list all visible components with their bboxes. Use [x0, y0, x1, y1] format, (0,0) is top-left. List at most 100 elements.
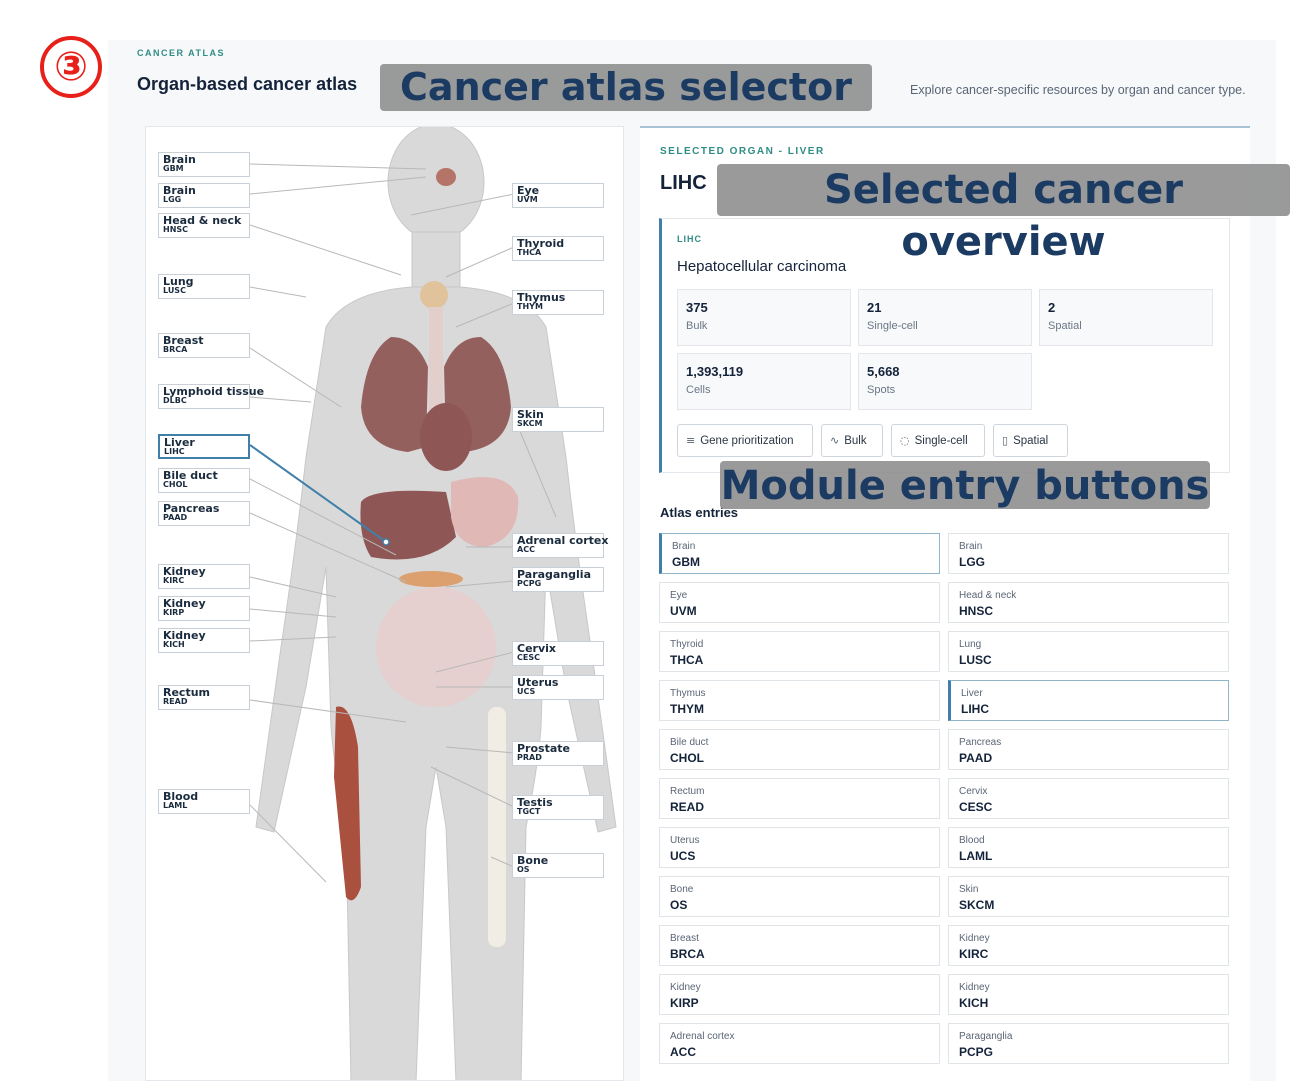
organ-label-lymphoid[interactable]: Lymphoid tissue DLBC [158, 384, 264, 409]
liver-marker-dot [382, 538, 390, 546]
organ-label-bone[interactable]: Bone OS [512, 853, 604, 878]
gene-prioritization-button[interactable]: ≡ Gene prioritization [677, 424, 813, 457]
organ-label-testis[interactable]: Testis TGCT [512, 795, 604, 820]
organ-label-cervix[interactable]: Cervix CESC [512, 641, 604, 666]
organ-label-code: KICH [163, 640, 185, 649]
organ-label-breast[interactable]: Breast BRCA [158, 333, 250, 358]
organ-label-kidney-kirp[interactable]: Kidney KIRP [158, 596, 250, 621]
entry-organ: Thyroid [670, 639, 704, 650]
organ-label-code: CHOL [163, 480, 188, 489]
stat-bulk: 375 Bulk [677, 289, 851, 346]
step-number-marker: ③ [40, 36, 102, 98]
organ-label-prostate[interactable]: Prostate PRAD [512, 741, 604, 766]
atlas-entry-lusc[interactable]: Lung LUSC [948, 631, 1229, 672]
entry-organ: Brain [672, 541, 696, 552]
organ-label-skin[interactable]: Skin SKCM [512, 407, 604, 432]
atlas-entry-thca[interactable]: Thyroid THCA [659, 631, 940, 672]
organ-label-rectum[interactable]: Rectum READ [158, 685, 250, 710]
intestine-organ [376, 587, 496, 707]
organ-label-brain-gbm[interactable]: Brain GBM [158, 152, 250, 177]
organ-label-thyroid[interactable]: Thyroid THCA [512, 236, 604, 261]
organ-label-code: SKCM [517, 419, 543, 428]
organ-label-kidney-kirc[interactable]: Kidney KIRC [158, 564, 250, 589]
cancer-full-name: Hepatocellular carcinoma [677, 258, 847, 275]
organ-label-paraganglia[interactable]: Paraganglia PCPG [512, 567, 604, 592]
entry-code: THCA [670, 653, 704, 667]
atlas-entry-kirc[interactable]: Kidney KIRC [948, 925, 1229, 966]
femur-bone [488, 707, 506, 947]
entry-organ: Kidney [959, 982, 990, 993]
atlas-entry-lihc[interactable]: Liver LIHC [948, 680, 1229, 721]
entry-code: UVM [670, 604, 697, 618]
entry-code: CESC [959, 800, 993, 814]
atlas-entry-acc[interactable]: Adrenal cortex ACC [659, 1023, 940, 1064]
atlas-entry-os[interactable]: Bone OS [659, 876, 940, 917]
atlas-entry-lgg[interactable]: Brain LGG [948, 533, 1229, 574]
organ-label-code: LUSC [163, 286, 186, 295]
organ-label-code: KIRC [163, 576, 185, 585]
organ-label-head-neck[interactable]: Head & neck HNSC [158, 213, 250, 238]
stat-label: Cells [686, 384, 711, 396]
atlas-entry-read[interactable]: Rectum READ [659, 778, 940, 819]
organ-label-code: THCA [517, 248, 542, 257]
atlas-entry-thym[interactable]: Thymus THYM [659, 680, 940, 721]
stat-label: Single-cell [867, 320, 918, 332]
organ-label-code: LAML [163, 801, 188, 810]
entry-organ: Kidney [959, 933, 990, 944]
organ-label-code: OS [517, 865, 530, 874]
entry-organ: Thymus [670, 688, 706, 699]
entry-code: BRCA [670, 947, 705, 961]
map-icon: ▯ [1002, 434, 1009, 447]
atlas-entry-brca[interactable]: Breast BRCA [659, 925, 940, 966]
entry-code: THYM [670, 702, 704, 716]
page-subtitle: Explore cancer-specific resources by org… [910, 83, 1246, 97]
organ-label-adrenal[interactable]: Adrenal cortex ACC [512, 533, 608, 558]
entry-code: LAML [959, 849, 993, 863]
atlas-entry-laml[interactable]: Blood LAML [948, 827, 1229, 868]
entry-organ: Head & neck [959, 590, 1017, 601]
stat-value: 21 [867, 300, 882, 315]
atlas-entry-kirp[interactable]: Kidney KIRP [659, 974, 940, 1015]
organ-label-thymus[interactable]: Thymus THYM [512, 290, 604, 315]
atlas-entry-chol[interactable]: Bile duct CHOL [659, 729, 940, 770]
pulse-icon: ∿ [830, 434, 840, 447]
atlas-entry-paad[interactable]: Pancreas PAAD [948, 729, 1229, 770]
stat-value: 1,393,119 [686, 364, 744, 379]
atlas-entry-kich[interactable]: Kidney KICH [948, 974, 1229, 1015]
entry-organ: Bone [670, 884, 694, 895]
stat-cells: 1,393,119 Cells [677, 353, 851, 410]
organ-label-eye[interactable]: Eye UVM [512, 183, 604, 208]
bulk-button[interactable]: ∿ Bulk [821, 424, 883, 457]
atlas-entry-hnsc[interactable]: Head & neck HNSC [948, 582, 1229, 623]
list-icon: ≡ [686, 434, 696, 447]
organ-label-kidney-kich[interactable]: Kidney KICH [158, 628, 250, 653]
organ-label-liver[interactable]: Liver LIHC [158, 434, 250, 459]
atlas-entry-uvm[interactable]: Eye UVM [659, 582, 940, 623]
atlas-entry-pcpg[interactable]: Paraganglia PCPG [948, 1023, 1229, 1064]
organ-label-pancreas[interactable]: Pancreas PAAD [158, 501, 250, 526]
button-label: Single-cell [914, 435, 968, 447]
button-label: Spatial [1013, 435, 1049, 447]
organ-label-code: PCPG [517, 579, 542, 588]
entry-organ: Blood [959, 835, 985, 846]
atlas-entry-gbm[interactable]: Brain GBM [659, 533, 940, 574]
entry-code: READ [670, 800, 705, 814]
atlas-entry-skcm[interactable]: Skin SKCM [948, 876, 1229, 917]
atlas-entry-ucs[interactable]: Uterus UCS [659, 827, 940, 868]
organ-label-lung[interactable]: Lung LUSC [158, 274, 250, 299]
organ-label-uterus[interactable]: Uterus UCS [512, 675, 604, 700]
organ-label-code: LGG [163, 195, 182, 204]
organ-label-brain-lgg[interactable]: Brain LGG [158, 183, 250, 208]
entry-organ: Kidney [670, 982, 701, 993]
spatial-button[interactable]: ▯ Spatial [993, 424, 1068, 457]
organ-label-blood[interactable]: Blood LAML [158, 789, 250, 814]
organ-label-code: UVM [517, 195, 538, 204]
organ-label-code: GBM [163, 164, 184, 173]
entry-organ: Liver [961, 688, 983, 699]
organ-label-code: READ [163, 697, 188, 706]
overview-eyebrow: LIHC [677, 234, 702, 244]
entry-code: UCS [670, 849, 696, 863]
single-cell-button[interactable]: ◌ Single-cell [891, 424, 985, 457]
atlas-entry-cesc[interactable]: Cervix CESC [948, 778, 1229, 819]
organ-label-bile-duct[interactable]: Bile duct CHOL [158, 468, 250, 493]
